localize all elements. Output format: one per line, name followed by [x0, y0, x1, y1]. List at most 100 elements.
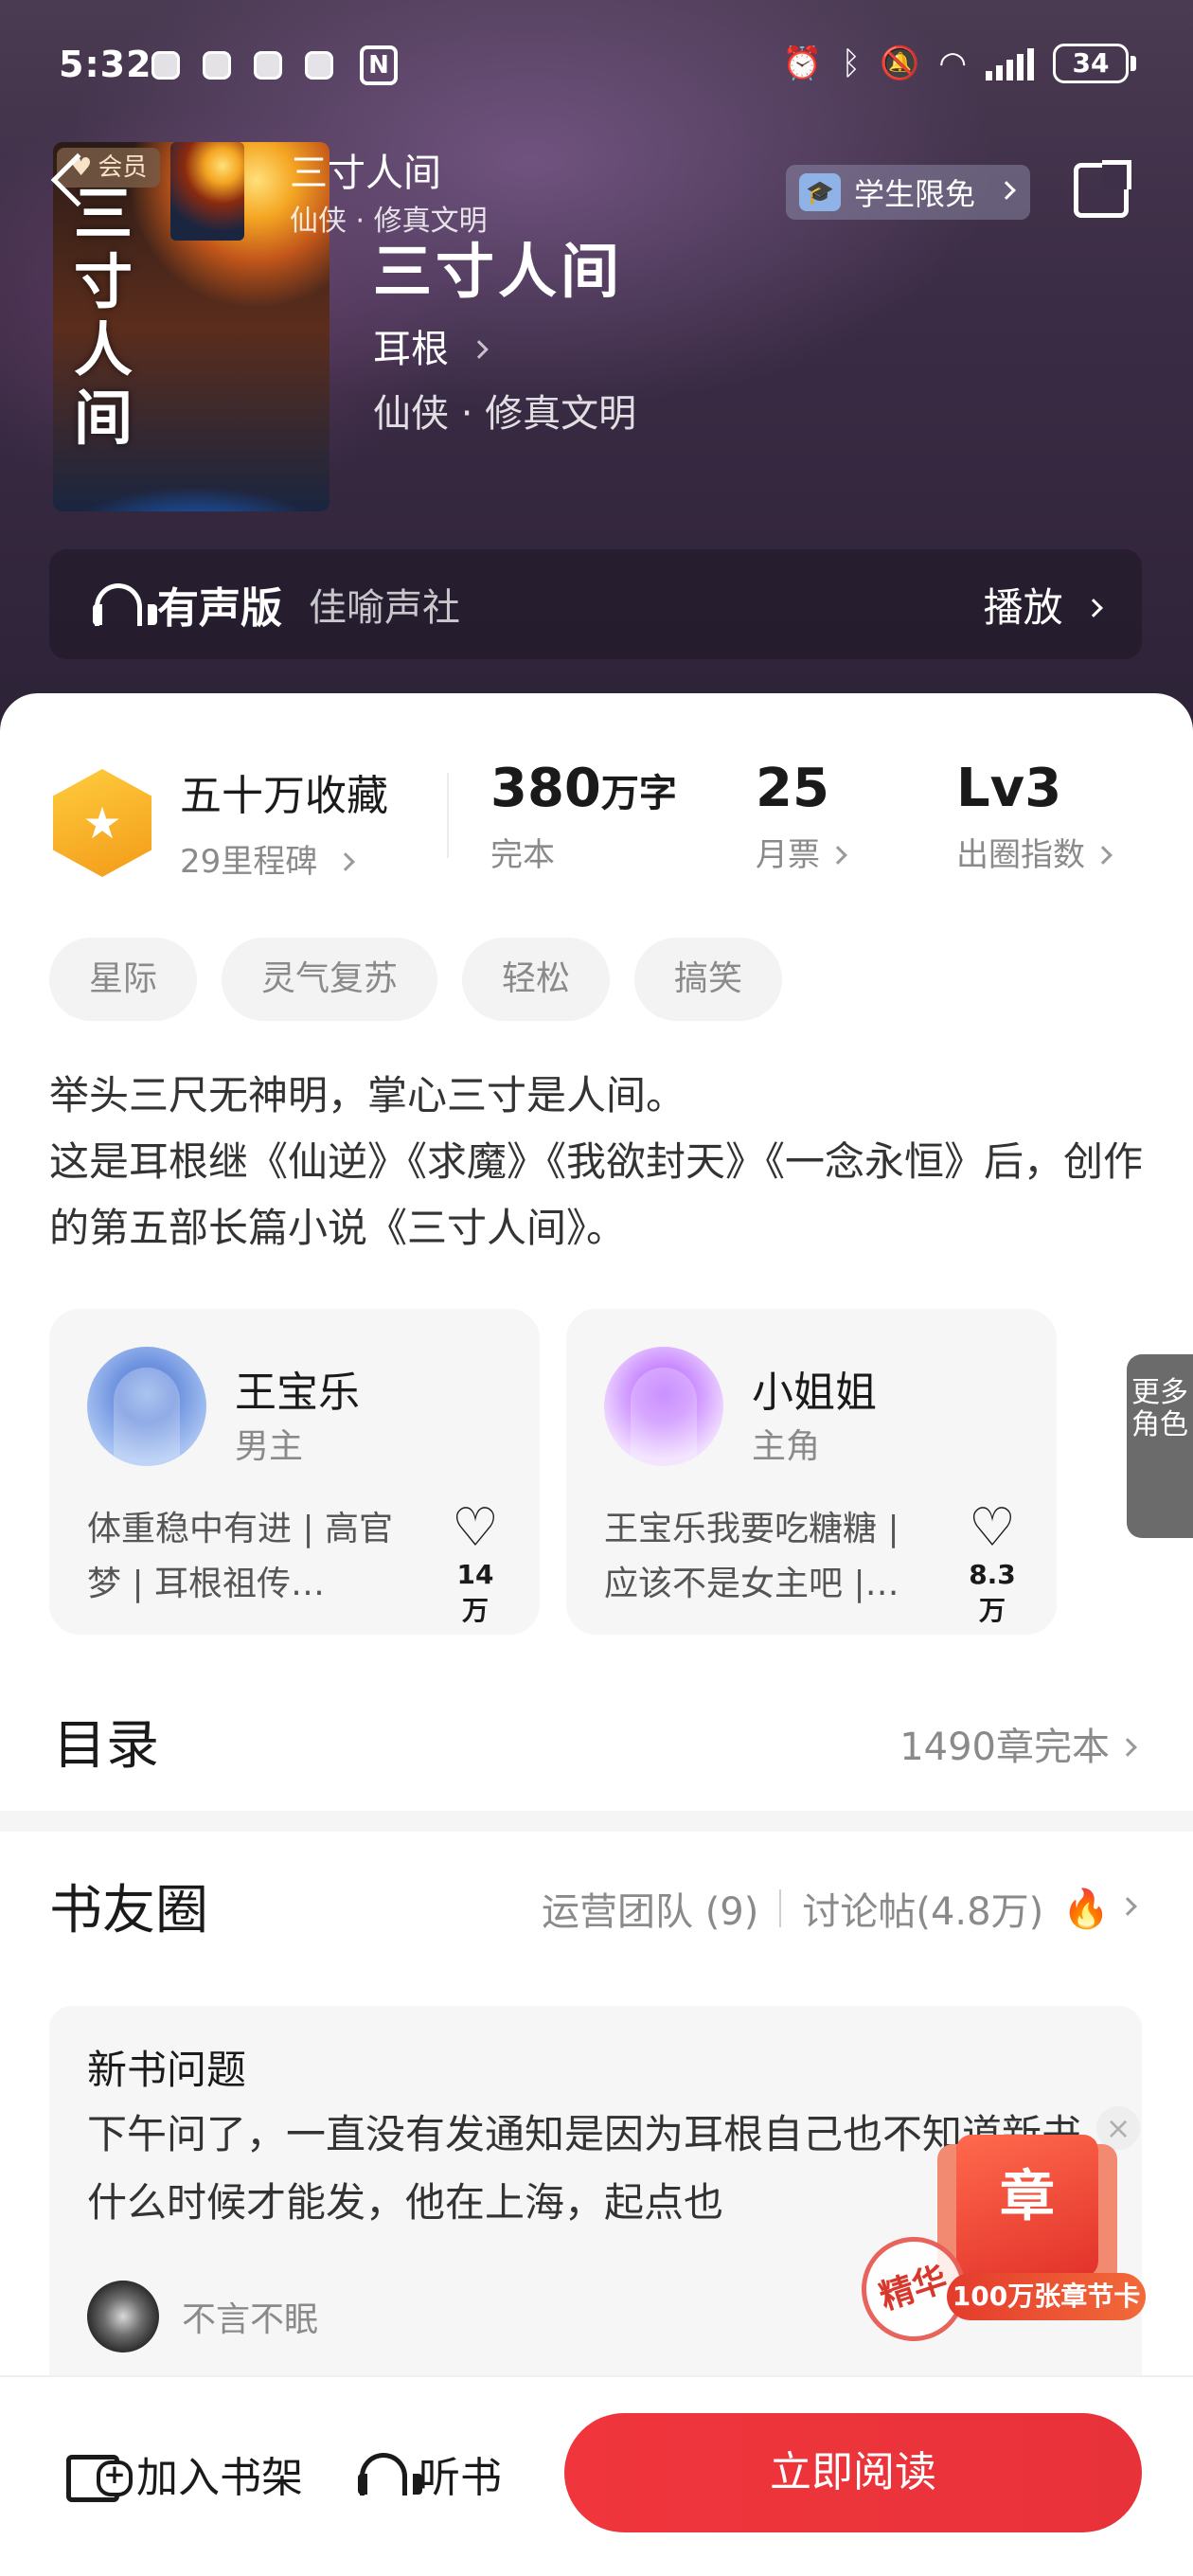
book-genre: 仙侠 · 修真文明: [373, 392, 637, 436]
chevron-right-icon: [1118, 1897, 1137, 1916]
more-characters-button[interactable]: 更多角色: [1127, 1354, 1193, 1538]
notification-icons: [151, 51, 333, 80]
character-name: 王宝乐: [235, 1368, 360, 1417]
discussion-count: 讨论帖(4.8万): [802, 1890, 1044, 1934]
listen-label: 听书: [418, 2454, 502, 2502]
bluetooth-icon: ᛒ: [841, 45, 861, 82]
book-description[interactable]: 举头三尺无神明，掌心三寸是人间。 这是耳根继《仙逆》《求魔》《我欲封天》《一念永…: [49, 1063, 1148, 1261]
chevron-right-icon: [1084, 599, 1103, 617]
character-list: 王宝乐 男主 体重稳中有进 | 高官梦 | 耳根祖传… ♡ 14万 小姐姐 主角…: [49, 1309, 1057, 1635]
like-count: 8.3万: [969, 1559, 1016, 1626]
author-link[interactable]: 耳根: [373, 318, 489, 373]
like-button[interactable]: ♡ 14万: [447, 1500, 504, 1628]
heart-icon: ♡: [451, 1497, 500, 1559]
milestone-label: 29里程碑: [180, 843, 318, 881]
post-author[interactable]: 不言不眠: [87, 2281, 318, 2352]
toc-title: 目录: [53, 1715, 159, 1777]
app-notification-icon: [254, 51, 282, 80]
character-role: 男主: [235, 1427, 304, 1466]
mini-title: 三寸人间: [290, 152, 441, 195]
battery-icon: 34: [1053, 44, 1136, 83]
audio-play-button[interactable]: 播放: [983, 576, 1103, 634]
star-icon: ★: [53, 769, 151, 877]
heart-icon: ♡: [968, 1497, 1017, 1559]
chapter-card-promo[interactable]: × 章 精华 100万张章节卡: [847, 2106, 1146, 2381]
monthly-ticket-stat[interactable]: 25 月票: [756, 758, 847, 875]
chevron-right-icon: [1118, 1738, 1137, 1757]
like-count: 14万: [456, 1559, 494, 1626]
audio-play-label: 播放: [983, 583, 1063, 631]
character-role: 主角: [752, 1427, 821, 1466]
description-line: 举头三尺无神明，掌心三寸是人间。: [49, 1072, 686, 1118]
promo-ribbon: 100万张章节卡: [947, 2273, 1146, 2320]
tag-list: 星际 灵气复苏 轻松 搞笑: [49, 938, 783, 1021]
section-divider: [0, 1811, 1193, 1832]
tag-chip[interactable]: 星际: [49, 938, 198, 1021]
character-tags: 体重稳中有进 | 高官梦 | 耳根祖传…: [87, 1510, 394, 1603]
graduation-cap-icon: 🎓: [799, 173, 841, 211]
like-button[interactable]: ♡ 8.3万: [964, 1500, 1021, 1628]
popularity-stat[interactable]: Lv3 出圈指数: [956, 758, 1113, 875]
vip-label: 会员: [98, 153, 148, 182]
alarm-icon: ⏰: [782, 45, 823, 82]
audio-version-bar[interactable]: 有声版 佳喻声社 播放: [49, 549, 1142, 659]
post-author-name: 不言不眠: [182, 2300, 319, 2339]
book-header: 5:32 N ⏰ ᛒ 🔕 ◠ 34 三寸人间 ♥ 会员 三寸人间 仙侠 · 修真…: [0, 0, 1193, 758]
audio-label: 有声版: [157, 584, 282, 633]
chevron-right-icon: [1094, 845, 1113, 865]
collection-title: 五十万收藏: [180, 772, 388, 820]
fire-icon: 🔥: [1062, 1887, 1110, 1931]
divider: [447, 773, 449, 858]
reader-circle-title: 书友圈: [49, 1880, 208, 1941]
popularity-label: 出圈指数: [956, 836, 1085, 874]
monthly-ticket-count: 25: [756, 758, 829, 819]
close-icon[interactable]: ×: [1096, 2106, 1140, 2150]
table-of-contents-row[interactable]: 目录 1490章完本: [0, 1678, 1193, 1792]
tag-chip[interactable]: 灵气复苏: [222, 938, 438, 1021]
tag-chip[interactable]: 轻松: [462, 938, 611, 1021]
read-now-button[interactable]: 立即阅读: [564, 2413, 1142, 2532]
audio-studio: 佳喻声社: [309, 586, 460, 630]
cover-title: 三寸人间: [74, 179, 134, 453]
chevron-right-icon: [336, 851, 355, 871]
collection-medal[interactable]: ★: [53, 769, 151, 877]
listen-button[interactable]: 听书: [356, 2443, 502, 2504]
headphone-icon: [91, 580, 157, 629]
reader-circle-meta: 运营团队 (9) 讨论帖(4.8万) 🔥: [541, 1881, 1137, 1936]
tag-chip[interactable]: 搞笑: [634, 938, 783, 1021]
word-count-stat: 380万字 完本: [490, 758, 677, 875]
author-name: 耳根: [373, 328, 449, 371]
post-title: 新书问题: [87, 2047, 247, 2093]
app-notification-icon: [151, 51, 180, 80]
student-free-button[interactable]: 🎓 学生限免: [786, 165, 1031, 220]
bookshelf-add-icon: [66, 2451, 133, 2502]
monthly-ticket-label: 月票: [756, 836, 820, 874]
wifi-icon: ◠: [938, 45, 967, 82]
completion-status: 完本: [490, 836, 555, 874]
battery-level: 34: [1053, 44, 1129, 83]
share-icon[interactable]: [1074, 160, 1131, 218]
app-notification-icon: [203, 51, 231, 80]
book-title: 三寸人间: [373, 237, 624, 306]
popularity-level: Lv3: [956, 758, 1062, 819]
chapter-card-icon: 章: [956, 2135, 1098, 2277]
chevron-right-icon: [828, 845, 847, 865]
book-detail-card: ★ 五十万收藏 29里程碑 380万字 完本 25 月票 Lv3 出圈指数 星际…: [0, 693, 1193, 2576]
add-to-shelf-button[interactable]: 加入书架: [66, 2443, 303, 2504]
app-notification-icon: [305, 51, 333, 80]
status-time: 5:32: [59, 44, 152, 85]
character-card[interactable]: 王宝乐 男主 体重稳中有进 | 高官梦 | 耳根祖传… ♡ 14万: [49, 1309, 540, 1635]
chevron-right-icon: [469, 340, 489, 359]
word-count: 380: [490, 758, 601, 819]
nfc-icon: N: [360, 45, 398, 85]
chevron-right-icon: [997, 181, 1016, 200]
character-card[interactable]: 小姐姐 主角 王宝乐我要吃糖糖 | 应该不是女主吧 |… ♡ 8.3万: [566, 1309, 1057, 1635]
operation-team: 运营团队 (9): [541, 1890, 759, 1934]
mute-icon: 🔕: [879, 45, 920, 82]
word-count-unit: 万字: [600, 772, 677, 815]
character-avatar: [604, 1347, 723, 1466]
description-line: 这是耳根继《仙逆》《求魔》《我欲封天》《一念永恒》后，创作的第五部长篇小说《三寸…: [49, 1138, 1144, 1251]
collection-stat[interactable]: 五十万收藏 29里程碑: [180, 761, 388, 882]
bottom-action-bar: 加入书架 听书 立即阅读: [0, 2375, 1193, 2576]
add-to-shelf-label: 加入书架: [136, 2454, 303, 2502]
